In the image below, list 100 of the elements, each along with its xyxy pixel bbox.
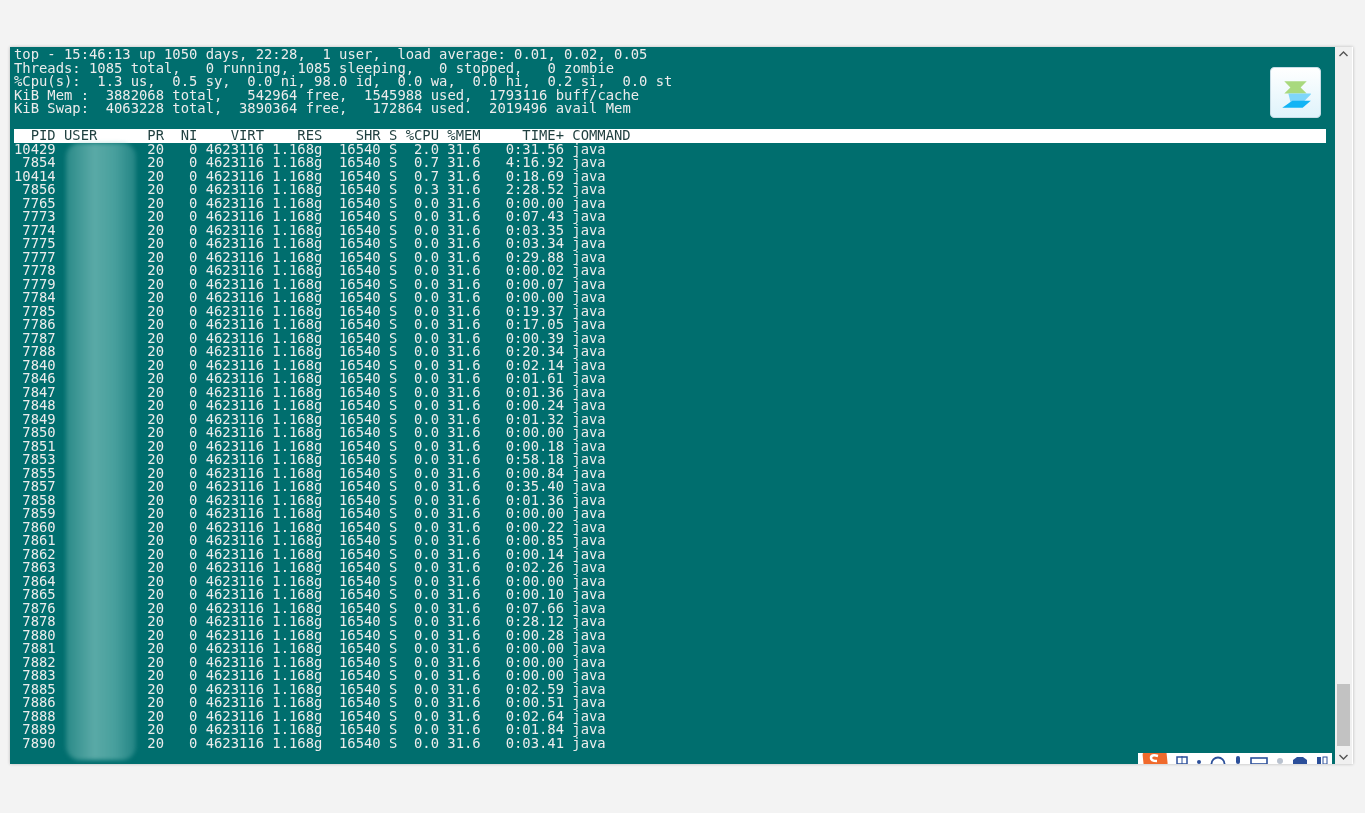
table-cell-text: 16540 (337, 534, 381, 548)
table-cell-text: 1.168g (271, 250, 323, 264)
grid-icon[interactable] (1316, 756, 1328, 764)
keyboard-icon[interactable] (1250, 756, 1268, 764)
table-cell-text: 0:00.00 (504, 507, 564, 521)
table-cell-text: 0:01.36 (504, 493, 564, 507)
table-cell-text: 0:00.18 (504, 439, 564, 453)
table-cell-text: 0 (188, 277, 198, 291)
table-cell-text: 0.0 (412, 547, 439, 561)
table-cell-text: 31.6 (446, 480, 481, 494)
table-cell-text: 31.6 (446, 426, 481, 440)
table-cell-text: S (387, 237, 398, 251)
table-cell-text: java (571, 709, 607, 723)
column-header: RES (296, 129, 323, 143)
table-cell-text: 0 (188, 142, 198, 156)
table-cell-text: 0:00.10 (504, 588, 564, 602)
table-cell-text: 4623116 (204, 345, 264, 359)
table-cell-text: S (387, 412, 398, 426)
table-cell: 20 (147, 291, 164, 305)
table-cell-text: 31.6 (446, 628, 481, 642)
table-cell-text: java (571, 399, 607, 413)
grid-icon[interactable] (1176, 756, 1188, 764)
table-cell: 20 (147, 196, 164, 210)
column-header: VIRT (229, 129, 264, 143)
table-cell-text: 0 (188, 318, 198, 332)
table-cell-text: 7889 (21, 723, 56, 737)
table-cell-text: 4623116 (204, 183, 264, 197)
table-cell-text: java (571, 264, 607, 278)
table-cell-text: java (571, 453, 607, 467)
table-cell-text: 31.6 (446, 601, 481, 615)
table-cell-text: 31.6 (446, 183, 481, 197)
table-cell-text: 16540 (337, 669, 381, 683)
table-cell-text: 1.168g (271, 264, 323, 278)
table-cell: 20 (147, 466, 164, 480)
table-cell-text: java (571, 331, 607, 345)
table-cell-text: 31.6 (446, 237, 481, 251)
table-cell-text: java (571, 655, 607, 669)
input-method-icon[interactable] (1142, 753, 1168, 764)
table-cell-text: java (571, 615, 607, 629)
table-cell-text: 16540 (337, 358, 381, 372)
table-cell-text: 16540 (337, 466, 381, 480)
table-cell-text: 31.6 (446, 453, 481, 467)
table-cell-text: 31.6 (446, 291, 481, 305)
table-cell-text: 0.0 (412, 439, 439, 453)
table-cell-text: 0.0 (412, 358, 439, 372)
table-cell-text: 7777 (21, 250, 56, 264)
table-cell: 20 (147, 520, 164, 534)
column-header: TIME+ (521, 129, 564, 143)
table-cell-text: 0:03.35 (504, 223, 564, 237)
table-cell-text: 0 (188, 507, 198, 521)
table-cell-text: 31.6 (446, 736, 481, 750)
table-cell-text: 16540 (337, 237, 381, 251)
table-cell-text: 1.168g (271, 277, 323, 291)
table-cell-text: 0.0 (412, 318, 439, 332)
table-cell-text: 0 (188, 601, 198, 615)
table-cell: 20 (147, 210, 164, 224)
table-cell-text: 7853 (21, 453, 56, 467)
table-cell-text: 4623116 (204, 223, 264, 237)
table-cell-text: 0:28.12 (504, 615, 564, 629)
table-cell-text: 0 (188, 669, 198, 683)
table-cell: 20 (147, 696, 164, 710)
table-cell-text: S (387, 669, 398, 683)
table-cell-text: 0 (188, 574, 198, 588)
table-cell-text: 1.168g (271, 142, 323, 156)
table-cell-text: 0 (188, 183, 198, 197)
table-cell: 20 (147, 142, 164, 156)
table-cell-text: java (571, 318, 607, 332)
table-cell-text: 4623116 (204, 466, 264, 480)
table-cell-text: 16540 (337, 561, 381, 575)
table-cell-text: S (387, 466, 398, 480)
table-cell-text: 0:20.34 (504, 345, 564, 359)
table-cell-text: 0 (188, 723, 198, 737)
table-cell-text: 0.0 (412, 534, 439, 548)
table-cell-text: 0:01.32 (504, 412, 564, 426)
table-cell-text: 1.168g (271, 237, 323, 251)
table-cell-text: 16540 (337, 210, 381, 224)
table-cell-text: 4623116 (204, 331, 264, 345)
table-cell-text: java (571, 547, 607, 561)
table-cell-text: 16540 (337, 331, 381, 345)
table-cell-text: S (387, 561, 398, 575)
table-cell-text: 7878 (21, 615, 56, 629)
table-cell: 20 (147, 601, 164, 615)
table-cell-text: 1.168g (271, 655, 323, 669)
table-cell-text: 1.168g (271, 480, 323, 494)
dot-icon[interactable] (1196, 758, 1202, 764)
table-cell-text: 7885 (21, 682, 56, 696)
table-cell-text: java (571, 601, 607, 615)
microphone-icon[interactable] (1234, 756, 1242, 764)
table-cell-text: 4623116 (204, 210, 264, 224)
table-cell-text: 0 (188, 291, 198, 305)
table-cell: 20 (147, 655, 164, 669)
table-cell-text: 0.0 (412, 669, 439, 683)
scroll-thumb[interactable] (1337, 684, 1350, 746)
table-cell-text: 7858 (21, 493, 56, 507)
table-cell-text: 31.6 (446, 574, 481, 588)
table-cell-text: 0 (188, 561, 198, 575)
table-cell-text: 16540 (337, 723, 381, 737)
table-cell-text: 16540 (337, 250, 381, 264)
table-cell: 20 (147, 574, 164, 588)
table-cell-text: 4623116 (204, 628, 264, 642)
